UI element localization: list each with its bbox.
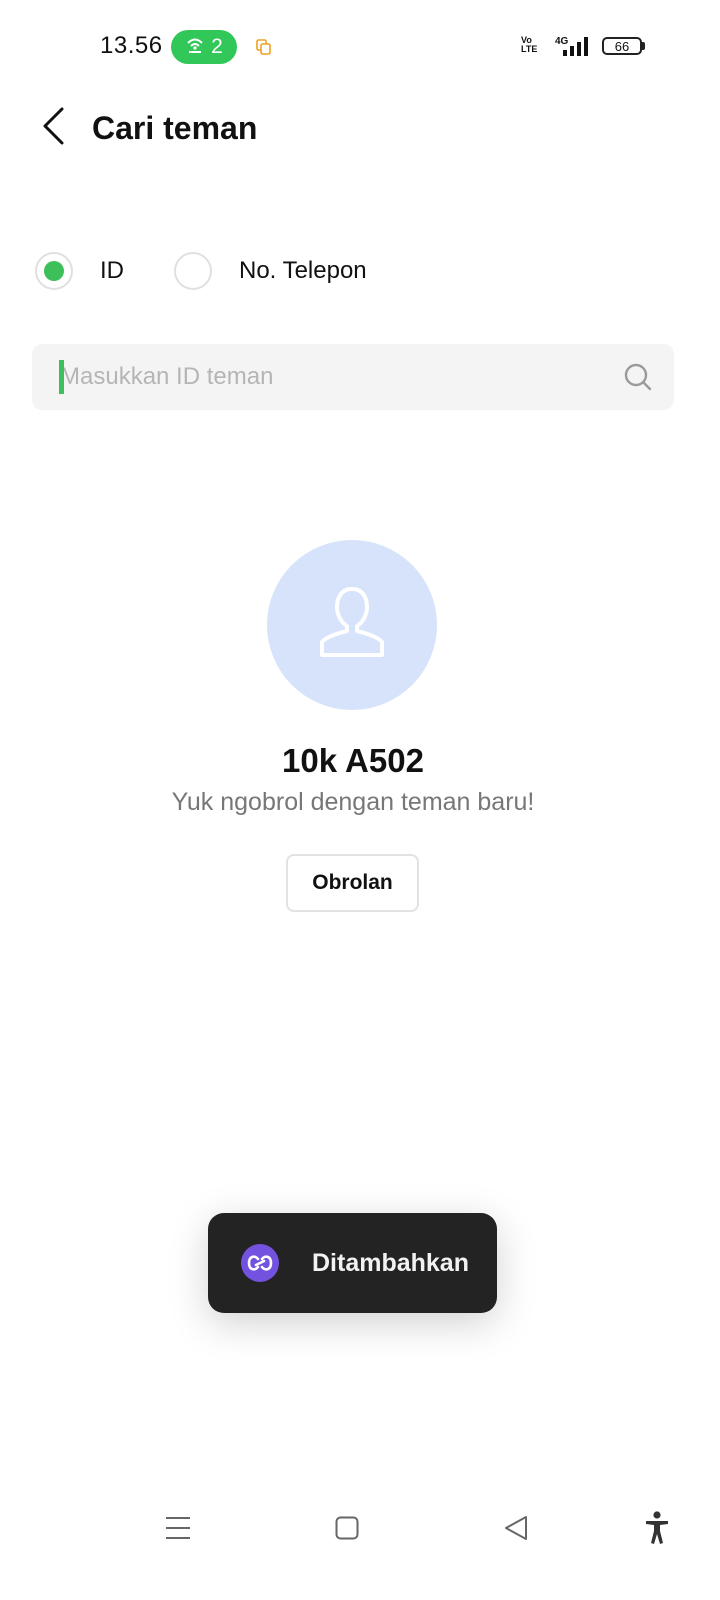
toast-text: Ditambahkan xyxy=(312,1248,469,1277)
menu-icon[interactable] xyxy=(158,1508,198,1548)
volte-icon: Vo LTE xyxy=(521,36,537,54)
hotspot-icon xyxy=(185,35,205,60)
radio-label-phone: No. Telepon xyxy=(239,257,367,284)
user-icon xyxy=(317,585,387,666)
home-icon[interactable] xyxy=(327,1508,367,1548)
chevron-left-icon xyxy=(42,107,66,150)
profile-name: 10k A502 xyxy=(282,742,424,779)
text-cursor xyxy=(59,360,64,394)
toast-notification: Ditambahkan xyxy=(208,1213,497,1313)
search-box[interactable] xyxy=(32,344,674,410)
search-icon[interactable] xyxy=(622,361,654,393)
search-input[interactable] xyxy=(60,344,600,410)
volte-bottom-label: LTE xyxy=(521,44,538,54)
hotspot-count: 2 xyxy=(211,35,223,58)
signal-icon: 4G xyxy=(552,34,594,63)
battery-tip xyxy=(642,42,645,50)
copy-icon xyxy=(256,39,272,55)
accessibility-icon[interactable] xyxy=(637,1508,677,1548)
network-type-label: 4G xyxy=(555,36,569,47)
radio-selected-dot xyxy=(44,261,64,281)
back-icon[interactable] xyxy=(496,1508,536,1548)
hotspot-indicator: 2 xyxy=(171,30,237,64)
back-button[interactable] xyxy=(30,104,78,152)
radio-button-phone[interactable] xyxy=(174,252,212,290)
battery-level: 66 xyxy=(614,38,630,54)
radio-button-id[interactable] xyxy=(35,252,73,290)
battery-icon: 66 xyxy=(602,37,642,55)
radio-label-id: ID xyxy=(100,257,124,284)
profile-subtitle: Yuk ngobrol dengan teman baru! xyxy=(171,788,535,816)
link-icon xyxy=(241,1244,279,1282)
status-time: 13.56 xyxy=(100,32,163,59)
radio-option-id[interactable]: ID xyxy=(35,248,124,294)
page-title: Cari teman xyxy=(92,110,258,146)
avatar xyxy=(267,540,437,710)
radio-option-phone[interactable]: No. Telepon xyxy=(174,248,367,294)
chat-button[interactable]: Obrolan xyxy=(286,854,419,912)
